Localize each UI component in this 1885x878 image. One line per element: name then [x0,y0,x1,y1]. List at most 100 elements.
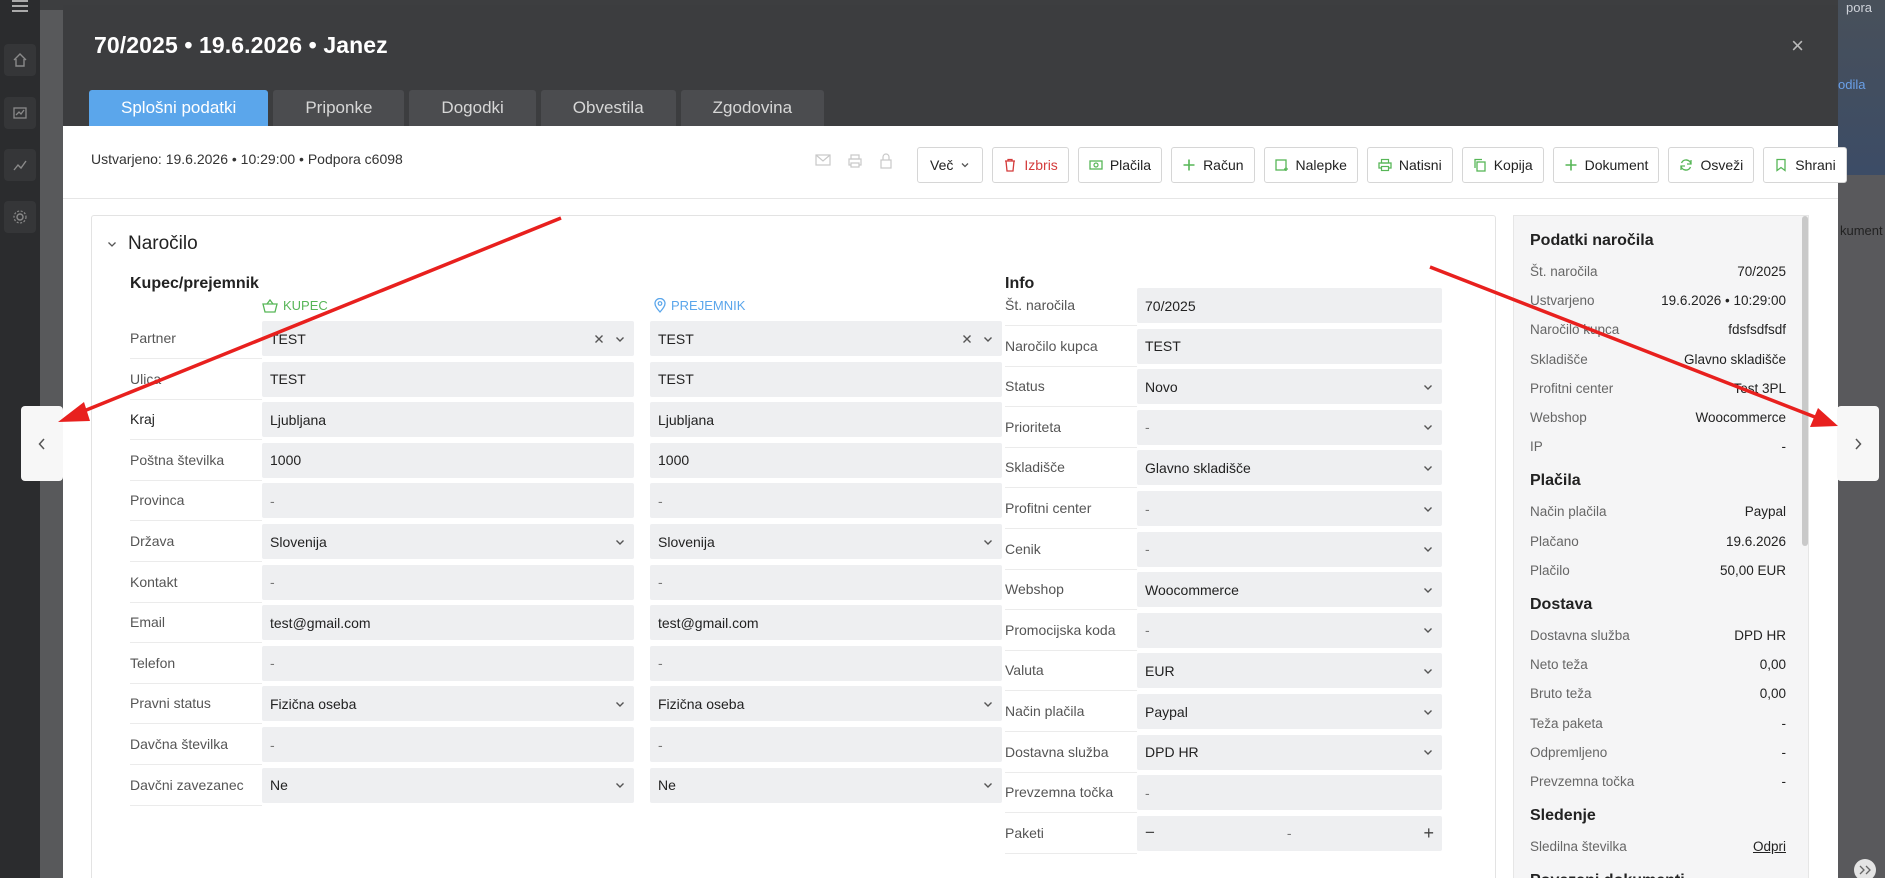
chevron-down-icon[interactable] [982,536,994,548]
prejemnik-field[interactable]: Ljubljana [650,402,1002,438]
sidebar-settings-button[interactable] [4,201,36,233]
field-value: EUR [1145,662,1175,679]
info-field[interactable]: Novo [1137,369,1442,405]
natisni-button[interactable]: Natisni [1366,147,1453,183]
chevron-down-icon[interactable] [1422,381,1434,393]
chevron-down-icon[interactable] [1422,503,1434,515]
prejemnik-field[interactable]: 1000 [650,442,1002,478]
decrement-button[interactable]: − [1145,823,1155,843]
sidebar-analytics-button[interactable] [4,149,36,181]
kupec-field[interactable]: Fizična oseba [262,686,634,722]
prejemnik-field[interactable]: TEST [650,321,1002,356]
kupec-field[interactable]: Slovenija [262,524,634,559]
field-label: Paketi [1005,813,1137,854]
info-field[interactable]: Glavno skladišče [1137,450,1442,486]
racun-button[interactable]: Račun [1171,147,1255,183]
summary-scrollbar[interactable] [1802,216,1808,546]
chevron-down-icon[interactable] [1422,543,1434,555]
close-button[interactable]: × [1791,35,1804,57]
chevron-down-icon[interactable] [614,698,626,710]
tab-splosni-podatki[interactable]: Splošni podatki [89,90,269,126]
prejemnik-field[interactable]: TEST [650,361,1002,397]
prejemnik-field[interactable]: Ne [650,767,1002,803]
tab-content: Ustvarjeno: 19.6.2026 • 10:29:00 • Podpo… [63,126,1847,878]
kupec-field[interactable]: - [262,564,634,600]
sidebar-home-button[interactable] [4,44,36,76]
print-icon[interactable] [847,153,863,169]
lock-icon[interactable] [879,153,893,169]
prejemnik-field[interactable]: test@gmail.com [650,605,1002,641]
info-field[interactable]: - [1137,531,1442,567]
vec-dropdown-button[interactable]: Več [917,147,984,183]
kupec-field[interactable]: TEST [262,361,634,397]
tracking-link[interactable]: Odpri [1753,839,1786,859]
chevron-down-icon[interactable] [1422,584,1434,596]
chevron-down-icon[interactable] [982,698,994,710]
tab-obvestila[interactable]: Obvestila [540,90,676,126]
chevron-down-icon[interactable] [1422,746,1434,758]
chevron-down-icon[interactable] [1422,462,1434,474]
summary-key: Odpremljeno [1530,744,1608,760]
background-link[interactable]: odila [1838,77,1865,92]
previous-order-button[interactable] [21,406,63,481]
kupec-field[interactable]: - [262,645,634,681]
kupec-field[interactable]: TEST [262,321,634,356]
kupec-field[interactable]: - [262,727,634,762]
chevron-down-icon[interactable] [982,333,994,345]
dokument-button[interactable]: Dokument [1552,147,1660,183]
kupec-field[interactable]: 1000 [262,442,634,478]
info-field[interactable]: Woocommerce [1137,572,1442,608]
section-header[interactable]: Naročilo [106,233,198,255]
prejemnik-field[interactable]: - [650,645,1002,681]
prejemnik-field[interactable]: - [650,564,1002,600]
prejemnik-field[interactable]: - [650,727,1002,762]
placila-button[interactable]: Plačila [1077,147,1163,183]
chevron-down-icon[interactable] [982,779,994,791]
sidebar-chart-button[interactable] [4,97,36,129]
osvezi-button[interactable]: Osveži [1668,147,1755,183]
info-field[interactable]: EUR [1137,653,1442,689]
clear-icon[interactable] [962,334,972,344]
izbris-button[interactable]: Izbris [992,147,1069,183]
background-doc-text: kument [1840,223,1883,238]
increment-button[interactable]: + [1423,823,1434,844]
prejemnik-field[interactable]: - [650,483,1002,519]
kupec-field[interactable]: test@gmail.com [262,605,634,641]
info-field[interactable]: TEST [1137,328,1442,364]
info-field[interactable]: - [1137,491,1442,526]
tab-dogodki[interactable]: Dogodki [409,90,536,126]
shrani-button[interactable]: Shrani [1763,147,1847,183]
clear-icon[interactable] [594,334,604,344]
chevron-down-icon[interactable] [614,333,626,345]
tab-priponke[interactable]: Priponke [273,90,405,126]
field-value: - [270,492,275,509]
prejemnik-field[interactable]: Fizična oseba [650,686,1002,722]
kupec-field[interactable]: Ne [262,767,634,803]
field-label: Davčna številka [130,724,262,765]
info-field[interactable]: - [1137,775,1442,811]
info-field[interactable]: Paypal [1137,694,1442,729]
field-value: DPD HR [1145,744,1199,761]
kupec-field[interactable]: Ljubljana [262,402,634,438]
chevron-down-icon[interactable] [1422,421,1434,433]
chevron-down-icon[interactable] [1422,624,1434,636]
info-field[interactable]: - [1137,409,1442,445]
field-value: TEST [270,330,306,347]
info-field[interactable]: DPD HR [1137,734,1442,770]
info-field[interactable]: 70/2025 [1137,288,1442,323]
chevron-down-icon[interactable] [1422,706,1434,718]
chevron-down-icon[interactable] [1422,665,1434,677]
prejemnik-field[interactable]: Slovenija [650,524,1002,559]
chevron-down-icon[interactable] [614,536,626,548]
info-field[interactable]: - [1137,612,1442,648]
next-order-button[interactable] [1837,406,1879,481]
kupec-field[interactable]: - [262,483,634,519]
kopija-button[interactable]: Kopija [1461,147,1544,183]
menu-icon[interactable] [12,0,28,12]
tab-zgodovina[interactable]: Zgodovina [680,90,825,126]
chevron-down-icon[interactable] [614,779,626,791]
info-field[interactable]: − - + [1137,815,1442,851]
nalepke-button[interactable]: Nalepke [1263,147,1358,183]
mail-icon[interactable] [815,153,831,167]
summary-value: 0,00 [1759,686,1786,702]
